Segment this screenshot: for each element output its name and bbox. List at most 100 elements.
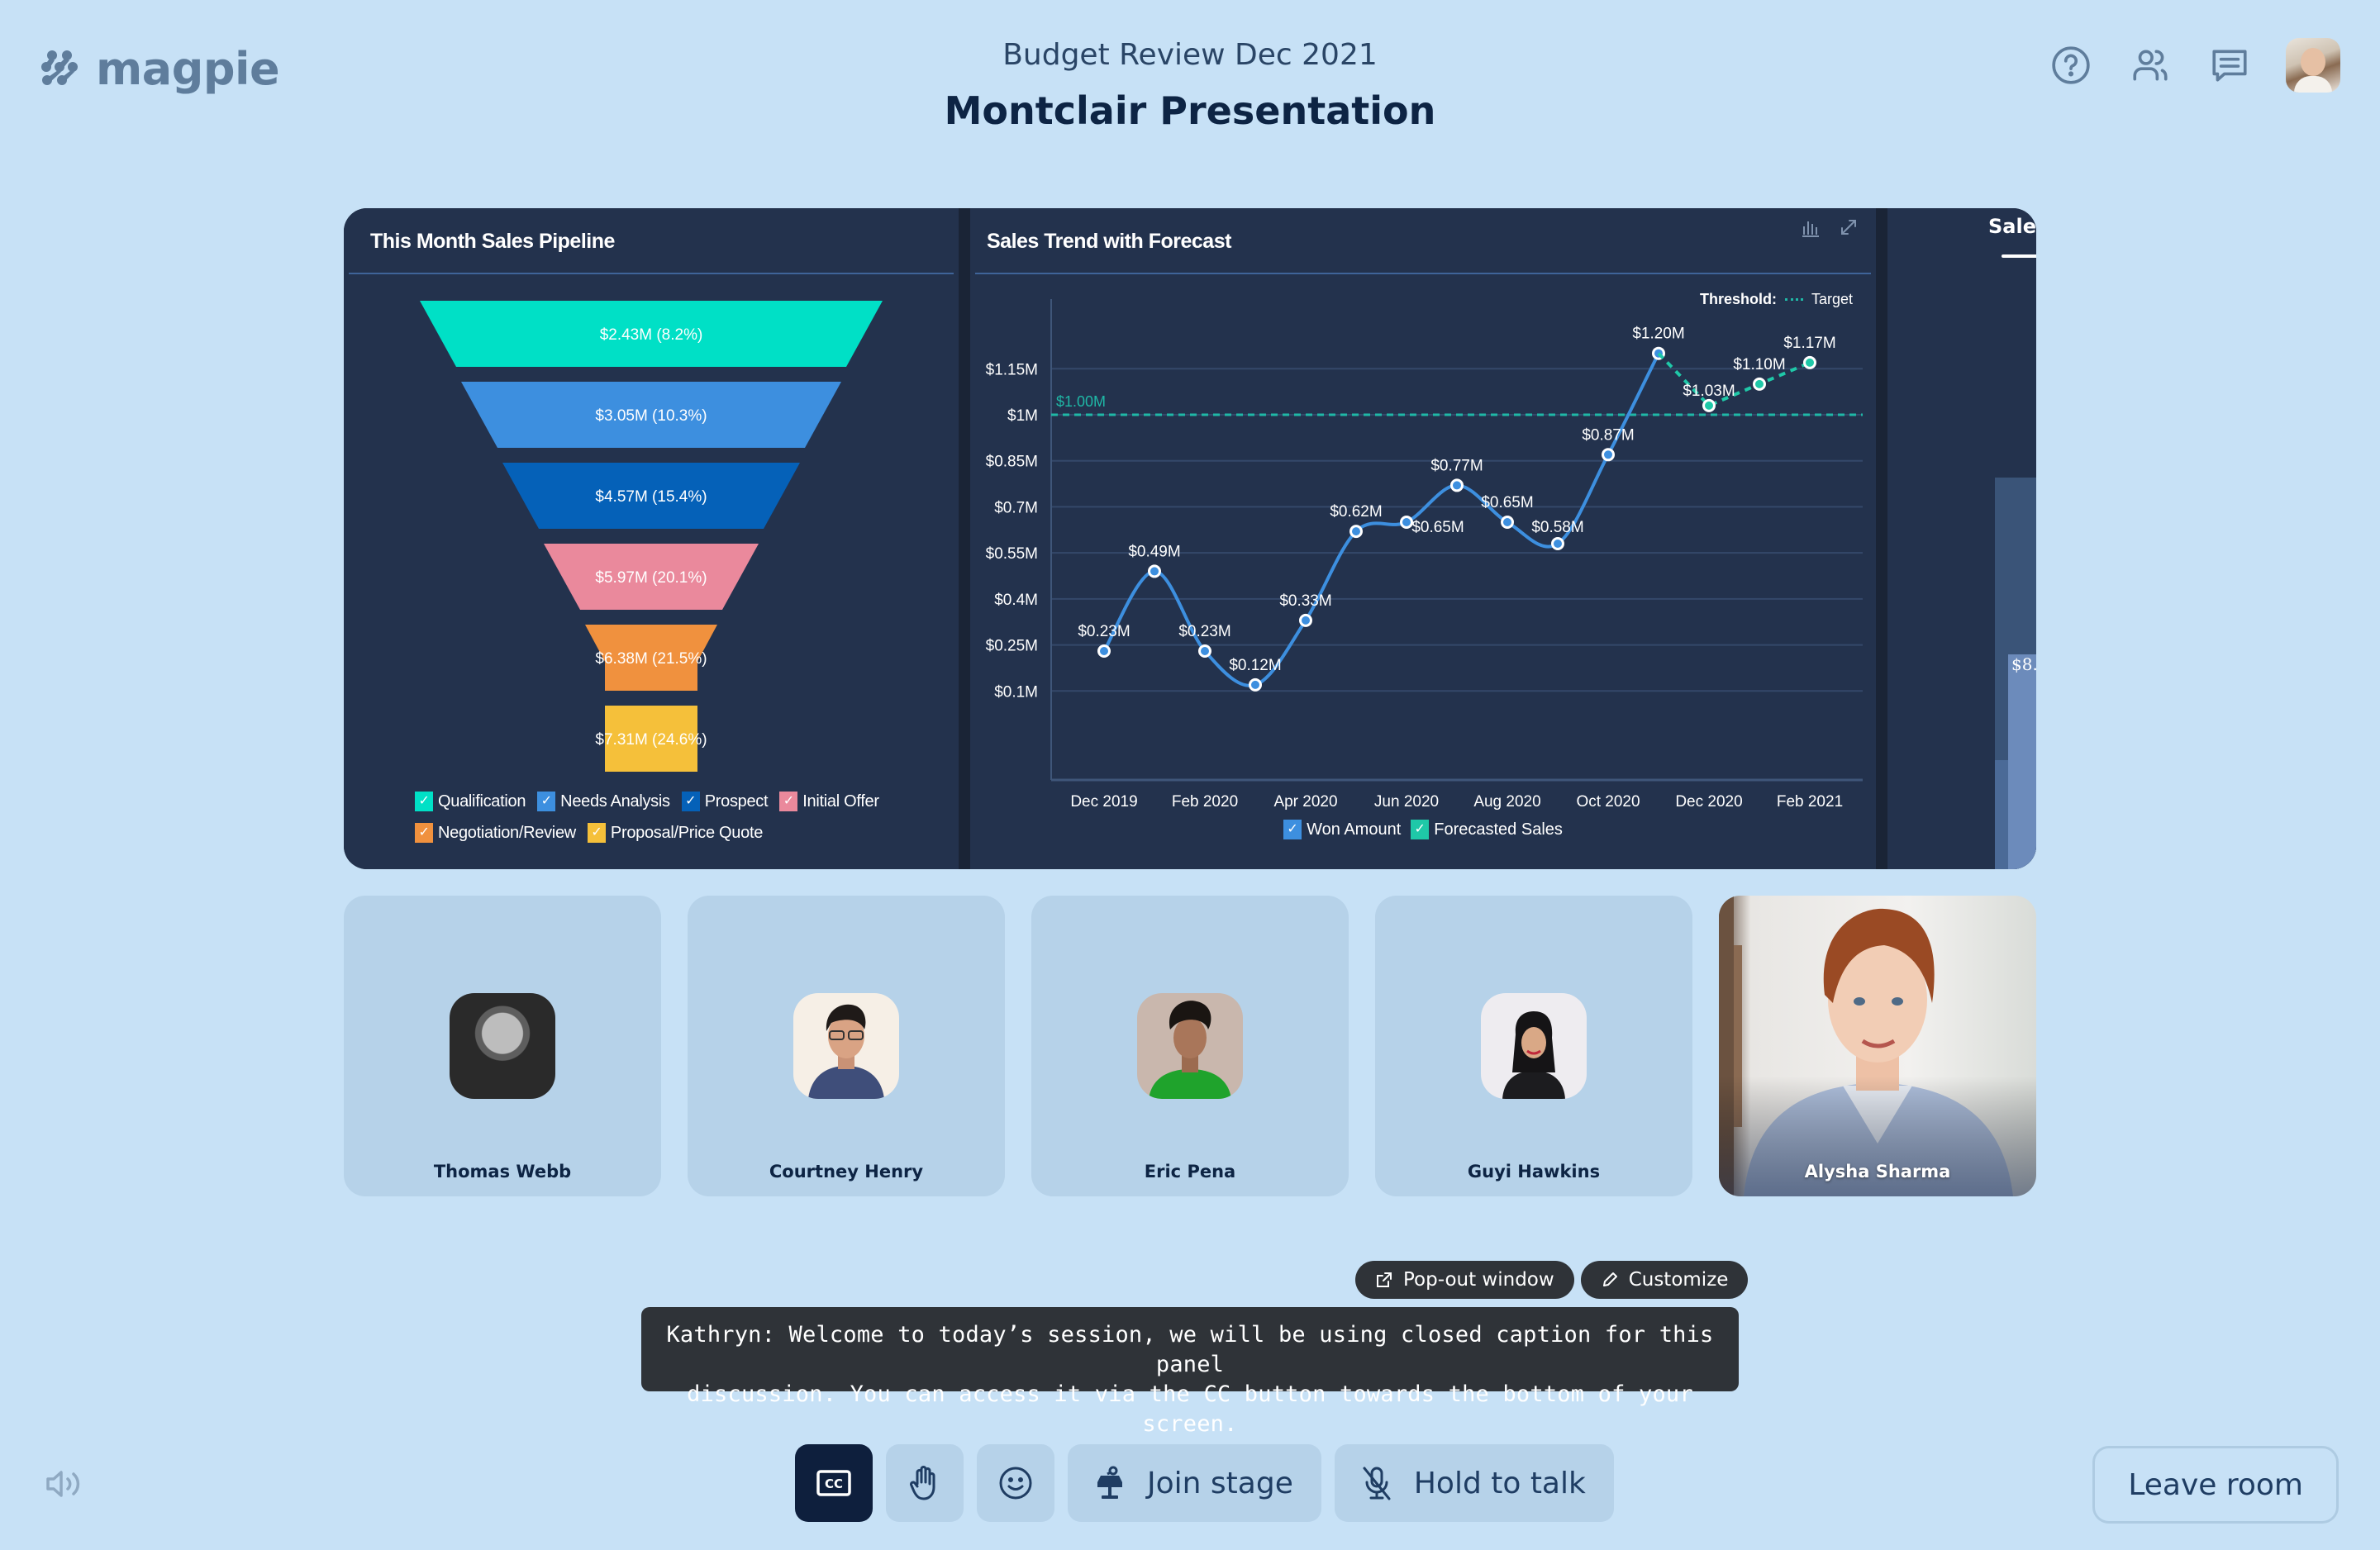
- y-tick-label: $0.85M: [986, 454, 1038, 471]
- popout-window-button[interactable]: Pop-out window: [1355, 1261, 1574, 1299]
- chat-button[interactable]: [2206, 42, 2253, 88]
- participant-tile-video[interactable]: Alysha Sharma: [1719, 896, 2036, 1196]
- y-tick-label: $0.25M: [986, 638, 1038, 655]
- funnel-legend-item[interactable]: ✓ Prospect: [681, 792, 769, 811]
- meeting-header: Budget Review Dec 2021 Montclair Present…: [0, 38, 2380, 133]
- participant-avatar: [450, 993, 555, 1099]
- y-tick-label: $1M: [1007, 407, 1038, 425]
- y-tick-label: $0.1M: [994, 683, 1038, 701]
- podium-icon: [1097, 1466, 1122, 1499]
- funnel-legend-item[interactable]: ✓ Initial Offer: [779, 792, 879, 811]
- data-point-label: $0.58M: [1531, 519, 1583, 536]
- cc-icon: CC: [816, 1470, 851, 1496]
- checkbox-icon: ✓: [415, 792, 433, 811]
- won-amount-point: [1198, 644, 1211, 658]
- sales-trend-chart: $0.1M $0.25M $0.4M $0.55M $0.7M $0.85M $1M $1.1…: [986, 299, 1863, 811]
- reactions-button[interactable]: [977, 1444, 1054, 1522]
- sales-bar-segment: [1995, 760, 2008, 869]
- data-point-label: $0.62M: [1330, 503, 1382, 521]
- external-link-icon: [1377, 1272, 1392, 1287]
- funnel-legend-item[interactable]: ✓ Needs Analysis: [537, 792, 670, 811]
- smiley-icon: [999, 1467, 1032, 1500]
- won-amount-point: [1602, 448, 1615, 462]
- sales-tab[interactable]: Sales: [1988, 215, 2036, 238]
- participant-name: Guyi Hawkins: [1467, 1162, 1601, 1182]
- funnel-legend-item[interactable]: ✓ Qualification: [415, 792, 526, 811]
- checkbox-icon: ✓: [1283, 820, 1302, 839]
- data-point-label: $1.03M: [1683, 383, 1735, 400]
- hand-icon: [910, 1466, 935, 1500]
- data-point-label: $0.33M: [1279, 592, 1331, 610]
- data-point-label: $0.65M: [1481, 494, 1533, 511]
- participant-name: Courtney Henry: [769, 1162, 924, 1182]
- customize-button[interactable]: Customize: [1580, 1261, 1749, 1299]
- volume-icon[interactable]: [45, 1467, 86, 1500]
- funnel-segment-label: $2.43M (8.2%): [600, 326, 703, 344]
- customize-label: Customize: [1628, 1269, 1729, 1291]
- won-amount-point: [1097, 644, 1111, 658]
- join-stage-button[interactable]: Join stage: [1068, 1444, 1321, 1522]
- funnel-legend-item[interactable]: ✓ Negotiation/Review: [415, 823, 576, 843]
- trend-legend-item[interactable]: ✓ Won Amount: [1283, 820, 1401, 839]
- threshold-label: $1.00M: [1056, 393, 1106, 410]
- y-tick-label: $0.55M: [986, 545, 1038, 563]
- person-illustration: [1149, 1001, 1231, 1099]
- data-point-label: $0.87M: [1582, 426, 1634, 444]
- sales-bar: [2008, 654, 2036, 869]
- participant-avatar: [1481, 993, 1587, 1099]
- sales-tab-underline: [2002, 254, 2036, 258]
- won-amount-point: [1299, 613, 1312, 627]
- forecast-point: [1803, 355, 1816, 369]
- trend-legend-item[interactable]: ✓ Forecasted Sales: [1411, 820, 1563, 839]
- x-tick-label: Dec 2019: [1070, 793, 1137, 811]
- pencil-icon: [1602, 1272, 1617, 1286]
- funnel-segment-label: $5.97M (20.1%): [595, 569, 707, 587]
- help-button[interactable]: [2048, 42, 2094, 88]
- sales-bar-label: $8.01: [2011, 654, 2036, 674]
- user-avatar[interactable]: [2286, 38, 2340, 93]
- participant-tile[interactable]: Thomas Webb: [344, 896, 661, 1196]
- funnel-legend-item[interactable]: ✓ Proposal/Price Quote: [587, 823, 763, 843]
- caption-line: Kathryn: Welcome to today’s session, we …: [666, 1322, 1714, 1377]
- participants-button[interactable]: [2127, 42, 2173, 88]
- funnel-legend-row-2: ✓ Negotiation/Review ✓ Proposal/Price Quote: [415, 823, 763, 843]
- closed-caption-button[interactable]: CC: [795, 1444, 873, 1522]
- trend-panel: Sales Trend with Forecast Threshold: Tar…: [970, 208, 1876, 869]
- funnel-segment-label: $3.05M (10.3%): [595, 407, 707, 425]
- hold-to-talk-label: Hold to talk: [1413, 1466, 1586, 1500]
- won-amount-point: [1501, 516, 1514, 529]
- participant-tile[interactable]: Eric Pena: [1031, 896, 1349, 1196]
- won-amount-point: [1450, 478, 1464, 492]
- x-tick-label: Feb 2020: [1172, 793, 1238, 811]
- participants-icon: [2133, 50, 2168, 81]
- x-tick-label: Oct 2020: [1576, 793, 1640, 811]
- raise-hand-button[interactable]: [886, 1444, 964, 1522]
- trend-legend-label: Forecasted Sales: [1434, 820, 1563, 839]
- funnel-legend-label: Negotiation/Review: [438, 823, 576, 842]
- x-tick-label: Dec 2020: [1675, 793, 1742, 811]
- x-tick-label: Feb 2021: [1777, 793, 1843, 811]
- funnel-segment-label: $6.38M (21.5%): [595, 650, 707, 668]
- trend-legend: ✓ Won Amount ✓ Forecasted Sales: [970, 820, 1876, 839]
- hold-to-talk-button[interactable]: Hold to talk: [1334, 1444, 1614, 1522]
- data-point-label: $1.10M: [1733, 356, 1785, 373]
- funnel-segment-label: $7.31M (24.6%): [595, 731, 707, 749]
- participant-avatar: [793, 993, 899, 1099]
- person-illustration: [808, 1004, 884, 1099]
- funnel-legend-label: Needs Analysis: [560, 792, 670, 811]
- participant-tile[interactable]: Courtney Henry: [688, 896, 1005, 1196]
- data-point-label: $0.49M: [1128, 543, 1180, 560]
- mic-off-icon: [1363, 1467, 1391, 1500]
- funnel-legend-label: Qualification: [438, 792, 526, 811]
- participant-tile[interactable]: Guyi Hawkins: [1375, 896, 1692, 1196]
- leave-room-button[interactable]: Leave room: [2092, 1446, 2339, 1524]
- data-point-label: $0.23M: [1178, 623, 1230, 640]
- header-actions: [2048, 38, 2340, 93]
- funnel-segment-label: $4.57M (15.4%): [595, 488, 707, 506]
- won-amount-point: [1249, 678, 1262, 692]
- caption-line: discussion. You can access it via the CC…: [687, 1381, 1693, 1437]
- person-illustration: [1502, 1011, 1565, 1099]
- shared-dashboard: This Month Sales Pipeline $2.43M (8.2%) $…: [344, 208, 2036, 869]
- participant-name: Eric Pena: [1144, 1162, 1236, 1182]
- participant-avatar: [1137, 993, 1243, 1099]
